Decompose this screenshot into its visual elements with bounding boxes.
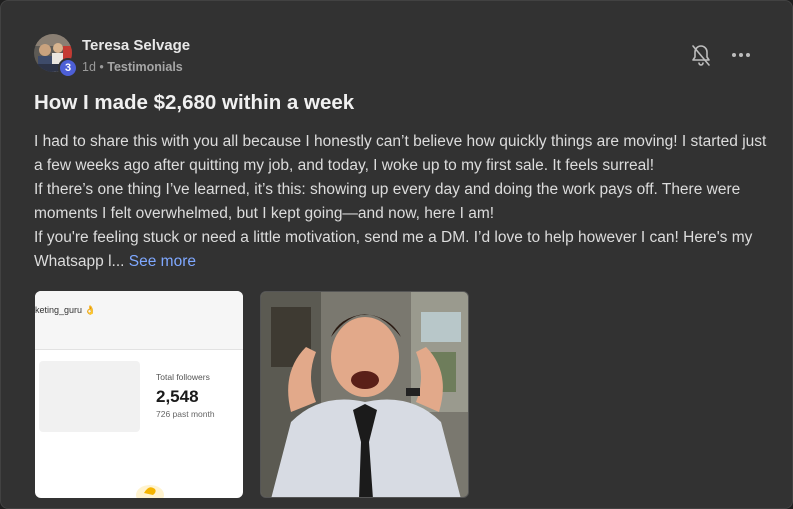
meta-separator: •: [99, 60, 104, 74]
post-title[interactable]: How I made $2,680 within a week: [34, 91, 354, 115]
post-paragraph-3: If you're feeling stuck or need a little…: [34, 226, 769, 274]
bell-off-icon[interactable]: [689, 43, 713, 69]
level-badge: 3: [58, 58, 78, 78]
post-card: 3 Teresa Selvage 1d • Testimonials How I…: [0, 0, 793, 509]
author-avatar-wrap[interactable]: 3: [34, 34, 78, 78]
stats-image-placeholder: [39, 361, 140, 432]
post-time: 1d: [82, 60, 96, 74]
post-category[interactable]: Testimonials: [107, 60, 182, 74]
stats-handle: keting_guru 👌: [35, 305, 96, 315]
stats-header: keting_guru 👌: [35, 291, 243, 350]
post-paragraph-2: If there’s one thing I’ve learned, it’s …: [34, 181, 741, 222]
attachment-stats-screenshot[interactable]: keting_guru 👌 Total followers 2,548 726 …: [35, 291, 243, 498]
stats-value: 2,548: [156, 387, 199, 406]
stats-subtext: 726 past month: [156, 409, 215, 419]
emoji-icon: [135, 479, 165, 498]
post-meta: 1d • Testimonials: [82, 60, 183, 74]
post-paragraph-1: I had to share this with you all because…: [34, 133, 767, 174]
post-body: I had to share this with you all because…: [34, 130, 769, 274]
stats-label: Total followers: [156, 372, 210, 382]
more-horizontal-icon[interactable]: [728, 45, 754, 65]
attachment-gif-image[interactable]: [260, 291, 469, 498]
author-name[interactable]: Teresa Selvage: [82, 37, 190, 54]
see-more-link[interactable]: See more: [129, 253, 196, 270]
